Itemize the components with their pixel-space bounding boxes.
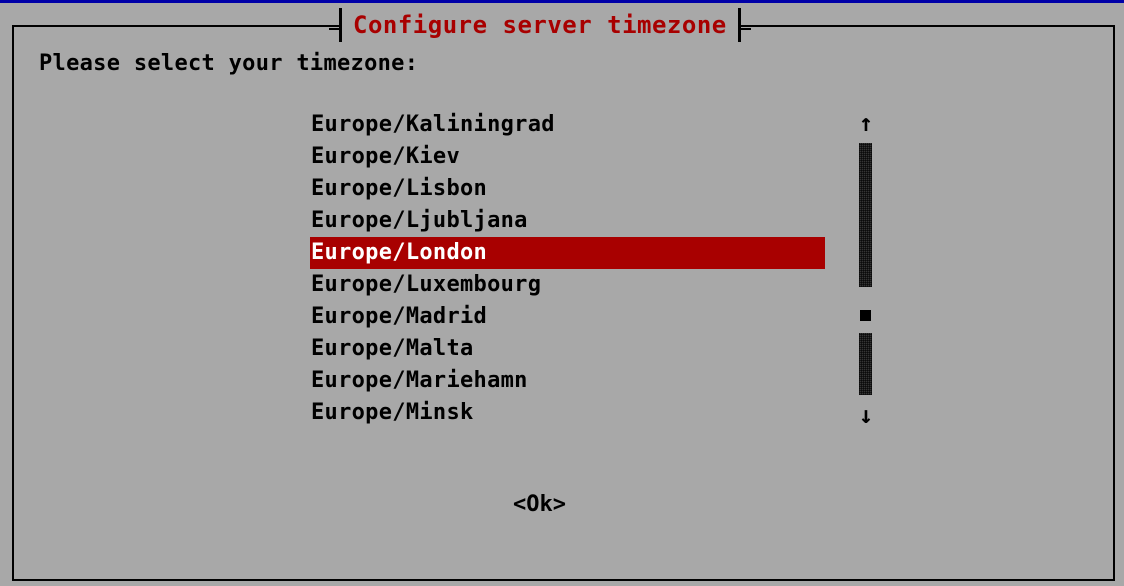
scrollbar-thumb[interactable] [860, 310, 871, 321]
scroll-up-arrow-icon[interactable]: ↑ [854, 111, 878, 135]
timezone-dialog: Configure server timezone Please select … [12, 5, 1115, 581]
timezone-option[interactable]: Europe/Madrid [310, 301, 825, 333]
timezone-option[interactable]: Europe/Malta [310, 333, 825, 365]
title-left-bracket [329, 8, 342, 42]
timezone-option[interactable]: Europe/Ljubljana [310, 205, 825, 237]
timezone-option[interactable]: Europe/Kaliningrad [310, 109, 825, 141]
timezone-option-selected[interactable]: Europe/London [310, 237, 825, 269]
scroll-down-arrow-icon[interactable]: ↓ [854, 403, 878, 427]
timezone-option[interactable]: Europe/Lisbon [310, 173, 825, 205]
ok-button[interactable]: <Ok> [509, 489, 570, 521]
dialog-title-bar: Configure server timezone [329, 5, 751, 45]
list-scrollbar[interactable]: ↑ ↓ [854, 111, 878, 433]
scrollbar-track-upper[interactable] [859, 143, 872, 287]
dialog-prompt: Please select your timezone: [39, 51, 419, 76]
dialog-title: Configure server timezone [353, 11, 727, 39]
scrollbar-track-lower[interactable] [859, 333, 872, 395]
timezone-option[interactable]: Europe/Minsk [310, 397, 825, 429]
timezone-option[interactable]: Europe/Luxembourg [310, 269, 825, 301]
timezone-option[interactable]: Europe/Kiev [310, 141, 825, 173]
screen-top-border [0, 0, 1124, 3]
title-right-bracket [737, 8, 751, 42]
timezone-list[interactable]: Europe/Kaliningrad Europe/Kiev Europe/Li… [310, 109, 825, 429]
timezone-option[interactable]: Europe/Mariehamn [310, 365, 825, 397]
